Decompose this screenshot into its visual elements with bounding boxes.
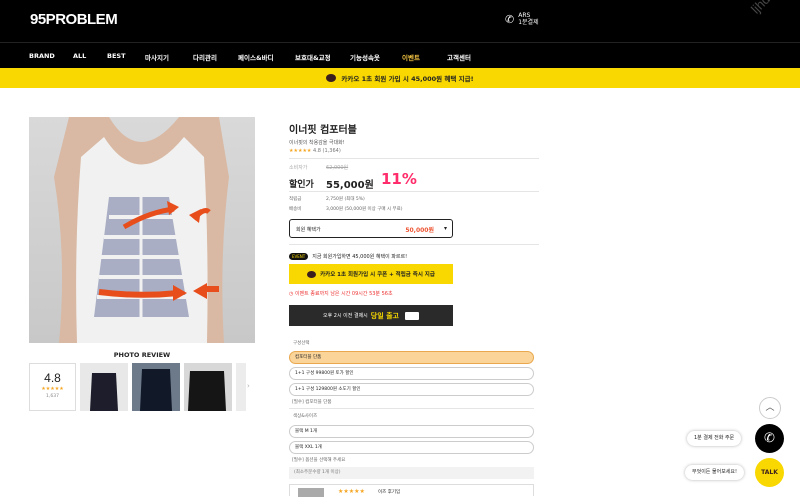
ars-payment[interactable]: ✆ ARS 1분결제 xyxy=(505,12,539,26)
event-timer-text: 이벤트 종료까지 남은 시간 09시간 53분 56초 xyxy=(294,291,393,297)
kakao-talk-icon[interactable]: TALK xyxy=(755,458,784,487)
color-size-label: 색상&사이즈 xyxy=(293,414,318,419)
top-bar: 95PROBLEM ✆ ARS 1분결제 ljhdlu xyxy=(0,0,800,42)
truck-icon xyxy=(404,311,419,320)
member-price-box[interactable]: 회원 혜택가 50,000원 ▾ xyxy=(289,219,453,238)
nav-item-underwear[interactable]: 기능성속옷 xyxy=(350,52,380,62)
nav-item-best[interactable]: BEST xyxy=(107,52,126,60)
option-composition[interactable]: 1+1 구성 99800원 토가 할인 xyxy=(289,367,534,380)
phone-icon: ✆ xyxy=(505,12,515,26)
rating-stars: ★★★★★ xyxy=(289,148,312,154)
divider xyxy=(289,244,539,245)
event-timer: ◷ 이벤트 종료까지 남은 시간 09시간 53분 56초 xyxy=(289,290,393,297)
ars-sublabel: 1분결제 xyxy=(518,19,539,26)
option-composition[interactable]: 1+1 구성 129800원 소도기 할인 xyxy=(289,383,534,396)
nav-item-cs[interactable]: 고객센터 xyxy=(447,52,471,62)
review-rating-value: 4.8 xyxy=(44,371,61,385)
scroll-top-button[interactable]: ︿ xyxy=(759,397,781,419)
kakao-icon xyxy=(307,270,317,278)
divider xyxy=(289,191,539,192)
rating-text: 4.8 (1,364) xyxy=(313,148,341,154)
kakao-signup-button[interactable]: 카카오 1초 회원가입 시 쿠폰 + 적립금 즉시 지급 xyxy=(289,264,453,284)
member-price: 50,000원 xyxy=(405,227,434,234)
option-color-size[interactable]: 블랙 M 1개 xyxy=(289,425,534,438)
review-thumbnail[interactable] xyxy=(184,363,232,411)
main-nav: BRAND ALL BEST 마사지기 다리관리 페이스&바디 보호대&교정 기… xyxy=(0,42,800,68)
color-size-note: [필수] 옵션을 선택해 주세요 xyxy=(292,458,346,463)
review-thumbnail[interactable] xyxy=(236,363,246,411)
phone-icon[interactable]: ✆ xyxy=(755,424,784,453)
nav-item-leg-care[interactable]: 다리관리 xyxy=(193,52,217,62)
minimum-order-note: (최소주문수량 1개 이상) xyxy=(289,467,534,479)
composition-note: [필수] 컴포터블 단품 xyxy=(292,400,332,405)
points-label: 적립금 xyxy=(289,197,302,202)
review-stars: ★★★★★ xyxy=(41,386,64,392)
points-value: 2,750원 (최대 5%) xyxy=(326,197,365,202)
review-thumbnail[interactable] xyxy=(132,363,180,411)
sale-price: 55,000원 xyxy=(326,180,374,191)
review-preview-stars: ★★★★★ xyxy=(338,488,365,495)
event-badge: EVENT xyxy=(289,253,309,260)
banner-text: 카카오 1초 회원 가입 시 45,000원 혜택 지급! xyxy=(341,75,474,83)
option-color-size[interactable]: 블랙 XXL 1개 xyxy=(289,441,534,454)
review-rating-box[interactable]: 4.8 ★★★★★ 1,637 xyxy=(29,363,76,411)
option-composition[interactable]: 컴포터블 단품 xyxy=(289,351,534,364)
consumer-price-label: 소비자가 xyxy=(289,165,308,171)
composition-label: 구성선택 xyxy=(293,341,310,346)
product-title: 이너핏 컴포터블 xyxy=(289,125,357,136)
member-price-label: 회원 혜택가 xyxy=(296,227,321,233)
nav-item-brand[interactable]: BRAND xyxy=(29,52,55,60)
nav-item-all[interactable]: ALL xyxy=(73,52,86,60)
thumbnail-next-icon[interactable]: › xyxy=(247,382,250,390)
photo-review-title: PHOTO REVIEW xyxy=(113,351,171,359)
shipping-row: 배송비 3,000원 (50,000원 이상 구매 시 무료) xyxy=(289,206,403,212)
event-text: 지금 회원가입하면 45,000원 혜택이 파르르! xyxy=(312,254,408,260)
ask-button[interactable]: 무엇이든 물어보세요! xyxy=(685,465,744,480)
nav-item-face-body[interactable]: 페이스&바디 xyxy=(238,52,274,62)
event-line: EVENT 지금 회원가입하면 45,000원 혜택이 파르르! xyxy=(289,253,407,260)
kakao-signup-label: 카카오 1초 회원가입 시 쿠폰 + 적립금 즉시 지급 xyxy=(320,272,435,278)
shipping-label: 배송비 xyxy=(289,207,302,212)
divider xyxy=(289,408,534,409)
nav-item-support[interactable]: 보호대&교정 xyxy=(295,52,331,62)
consumer-price: 62,000원 xyxy=(326,165,349,171)
review-preview[interactable]: ★★★★★ 이즈 후기임 xyxy=(289,484,534,497)
kakao-banner[interactable]: 카카오 1초 회원 가입 시 45,000원 혜택 지급! xyxy=(0,68,800,88)
same-day-shipping-banner: 오후 2시 이전 결제시 당일 출고 xyxy=(289,305,453,326)
product-rating[interactable]: ★★★★★ 4.8 (1,364) xyxy=(289,148,341,154)
brand-logo[interactable]: 95PROBLEM xyxy=(30,11,118,28)
product-main-image[interactable] xyxy=(29,117,255,343)
nav-item-event[interactable]: 이벤트 xyxy=(402,52,420,62)
review-preview-text: 이즈 후기임 xyxy=(378,490,401,495)
phone-order-button[interactable]: 1분 결제 전화 주문 xyxy=(687,431,742,446)
product-subtitle: 이너핏의 착용감을 극대화! xyxy=(289,140,345,146)
shipping-banner-text: 오후 2시 이전 결제시 xyxy=(323,313,368,319)
divider xyxy=(289,158,539,159)
ars-label: ARS xyxy=(518,12,531,19)
chevron-down-icon: ▾ xyxy=(443,225,447,232)
shipping-banner-highlight: 당일 출고 xyxy=(370,311,399,320)
nav-item-massager[interactable]: 마사지기 xyxy=(145,52,169,62)
review-preview-thumbnail xyxy=(298,488,324,497)
discount-rate: 11% xyxy=(381,170,417,188)
review-thumbnail[interactable] xyxy=(80,363,128,411)
product-photo-illustration xyxy=(54,117,229,343)
watermark: ljhdlu xyxy=(748,0,781,17)
review-count: 1,637 xyxy=(46,394,59,399)
sale-price-label: 할인가 xyxy=(289,180,314,190)
shipping-value: 3,000원 (50,000원 이상 구매 시 무료) xyxy=(326,207,403,212)
kakao-icon xyxy=(326,74,337,82)
points-row: 적립금 2,750원 (최대 5%) xyxy=(289,196,365,202)
